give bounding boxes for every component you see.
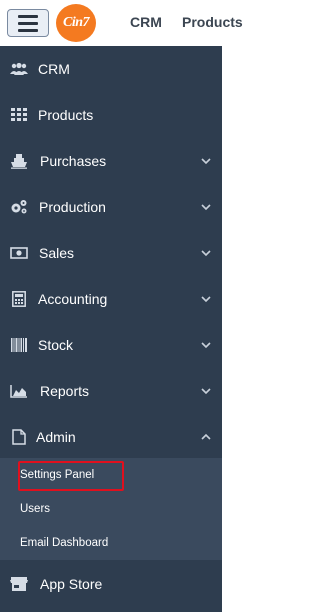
hamburger-line: [18, 21, 38, 25]
sidebar-item-reports[interactable]: Reports: [0, 368, 222, 414]
sidebar-item-products[interactable]: Products: [0, 92, 222, 138]
sidebar-item-accounting[interactable]: Accounting: [0, 276, 222, 322]
ship-icon: [10, 153, 28, 169]
sidebar-item-production[interactable]: Production: [0, 184, 222, 230]
hamburger-line: [18, 14, 38, 18]
sidebar-item-label: Accounting: [38, 291, 108, 307]
chevron-up-icon[interactable]: [200, 431, 212, 443]
money-icon: [10, 245, 28, 261]
sidebar-item-label: Sales: [39, 245, 75, 261]
submenu-item-users[interactable]: Users: [20, 503, 50, 515]
hamburger-line: [18, 28, 38, 32]
sidebar-item-label: Reports: [40, 383, 90, 399]
top-bar: Cin7 CRM Products: [0, 0, 258, 44]
sidebar-item-label: Products: [38, 107, 94, 123]
sidebar-item-admin[interactable]: Admin: [0, 414, 222, 460]
top-nav-crm[interactable]: CRM: [130, 14, 162, 30]
sidebar-item-stock[interactable]: Stock: [0, 322, 222, 368]
sidebar-item-purchases[interactable]: Purchases: [0, 138, 222, 184]
chevron-down-icon[interactable]: [200, 201, 212, 213]
sidebar-item-sales[interactable]: Sales: [0, 230, 222, 276]
sidebar-item-label: Purchases: [40, 153, 107, 169]
file-icon: [10, 429, 28, 445]
chevron-down-icon[interactable]: [200, 247, 212, 259]
sidebar-item-label: Production: [39, 199, 106, 215]
area-chart-icon: [10, 383, 28, 399]
store-icon: [10, 576, 28, 592]
barcode-icon: [10, 337, 28, 353]
cin7-logo[interactable]: Cin7: [56, 4, 96, 42]
highlight-box: [18, 461, 124, 491]
hamburger-menu-button[interactable]: [7, 9, 49, 37]
content-edge: [222, 46, 258, 612]
sidebar-item-label: Stock: [38, 337, 74, 353]
submenu-item-email-dashboard[interactable]: Email Dashboard: [20, 537, 108, 549]
sidebar-item-label: CRM: [38, 61, 70, 77]
sidebar-item-app-store[interactable]: App Store: [0, 561, 222, 607]
sidebar-item-label: App Store: [40, 576, 103, 592]
sidebar-item-crm[interactable]: CRM: [0, 46, 222, 92]
chevron-down-icon[interactable]: [200, 155, 212, 167]
gears-icon: [10, 199, 28, 215]
chevron-down-icon[interactable]: [200, 293, 212, 305]
sidebar-item-label: Admin: [36, 429, 76, 445]
top-nav-products[interactable]: Products: [182, 14, 243, 30]
users-icon: [10, 61, 28, 77]
calculator-icon: [10, 291, 28, 307]
grid-icon: [10, 107, 28, 123]
chevron-down-icon[interactable]: [200, 339, 212, 351]
chevron-down-icon[interactable]: [200, 385, 212, 397]
